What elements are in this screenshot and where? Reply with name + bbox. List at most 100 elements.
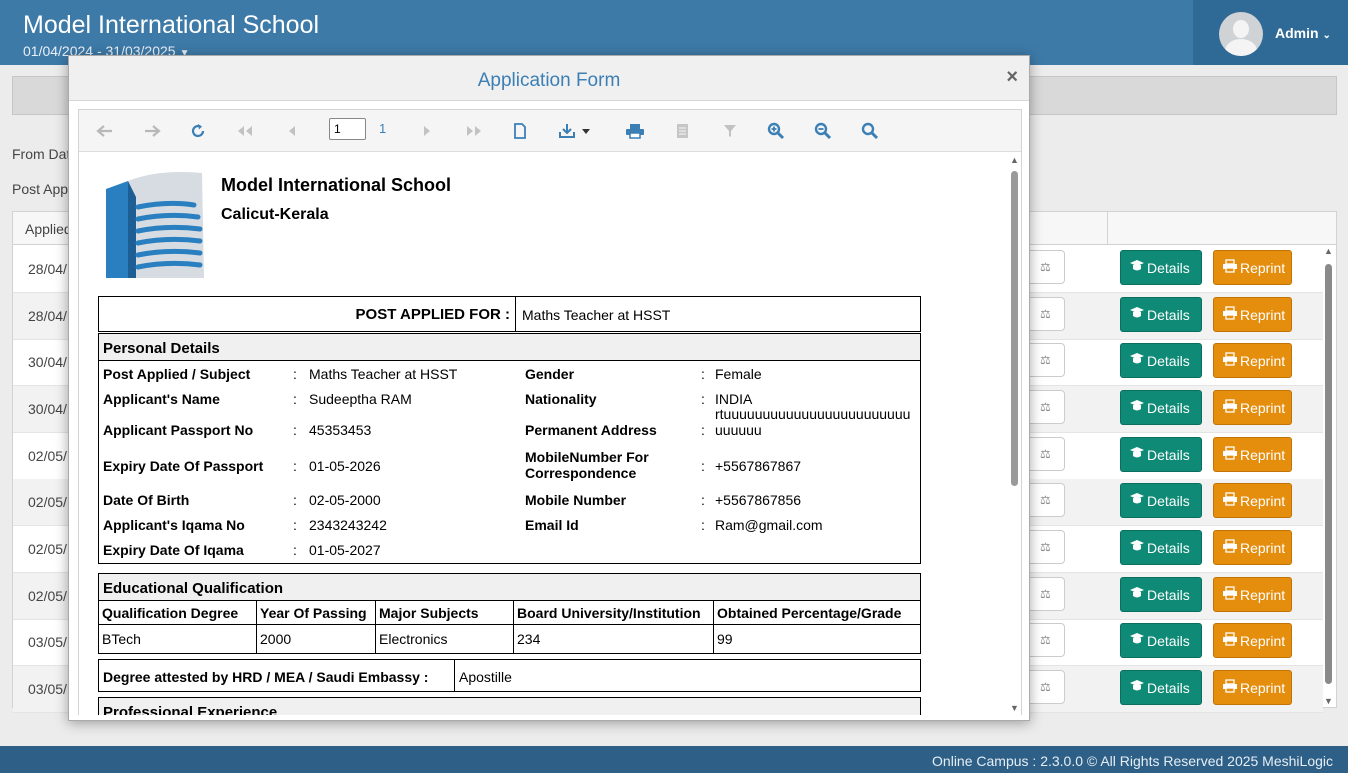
refresh-icon[interactable] [187,121,209,141]
graduation-cap-icon [1129,259,1147,276]
report-scrollbar[interactable]: ▲ ▼ [1008,153,1021,715]
user-menu[interactable]: Admin ⌄ [1193,0,1348,65]
applied-date: 02/05/ [28,448,67,464]
edu-column-header: Obtained Percentage/Grade [714,601,920,625]
edu-column-header: Year Of Passing [257,601,376,625]
copy-icon[interactable] [672,121,694,141]
graduation-cap-icon [1129,306,1147,323]
page-number-input[interactable] [329,118,366,140]
details-button[interactable]: Details [1120,577,1202,612]
post-applied-label: Post App [12,181,69,197]
applied-date: 30/04/ [28,401,67,417]
print-icon [1222,259,1240,276]
applied-date: 02/05/ [28,494,67,510]
reprint-button[interactable]: Reprint [1213,437,1292,472]
details-button[interactable]: Details [1120,670,1202,705]
details-button[interactable]: Details [1120,390,1202,425]
details-button[interactable]: Details [1120,530,1202,565]
degree-attest-box: Degree attested by HRD / MEA / Saudi Emb… [98,659,921,692]
reprint-button[interactable]: Reprint [1213,670,1292,705]
personal-field-value: +5567867856 [715,492,802,508]
print-icon[interactable] [624,121,646,141]
personal-field-label: Expiry Date Of Iqama [103,542,244,558]
export-icon[interactable] [557,121,595,141]
personal-details-title: Personal Details [99,334,920,361]
reprint-label: Reprint [1240,259,1286,276]
personal-field-value: 01-05-2027 [309,542,381,558]
degree-attest-value: Apostille [459,669,512,685]
action-icon: ⚖ [1040,260,1051,274]
edu-cell: 99 [717,631,733,647]
forward-icon[interactable] [141,121,163,141]
zoom-out-icon[interactable] [812,121,834,141]
avatar [1219,12,1263,56]
reprint-button[interactable]: Reprint [1213,577,1292,612]
reprint-button[interactable]: Reprint [1213,623,1292,658]
reprint-button[interactable]: Reprint [1213,390,1292,425]
personal-field-value: Ram@gmail.com [715,517,823,533]
personal-field-label: Gender [525,366,575,382]
personal-field-label: Applicant Passport No [103,422,254,438]
reprint-button[interactable]: Reprint [1213,530,1292,565]
details-button[interactable]: Details [1120,250,1202,285]
footer-text: Online Campus : 2.3.0.0 © All Rights Res… [932,753,1333,769]
details-button[interactable]: Details [1120,623,1202,658]
details-button[interactable]: Details [1120,343,1202,378]
action-icon: ⚖ [1040,307,1051,321]
details-button[interactable]: Details [1120,437,1202,472]
personal-field-value: 02-05-2000 [309,492,381,508]
personal-field-label: Applicant's Iqama No [103,517,245,533]
print-icon [1222,352,1240,369]
report-viewer: 1 1 Model International School Calicut-K… [78,109,1022,715]
applied-date: 30/04/ [28,354,67,370]
reprint-button[interactable]: Reprint [1213,483,1292,518]
reprint-label: Reprint [1240,679,1286,696]
back-icon[interactable] [94,121,116,141]
action-icon: ⚖ [1040,680,1051,694]
graduation-cap-icon [1129,586,1147,603]
personal-field-label: Email Id [525,517,579,533]
reprint-button[interactable]: Reprint [1213,343,1292,378]
close-icon[interactable]: × [1006,66,1018,89]
details-label: Details [1147,539,1190,556]
reprint-label: Reprint [1240,539,1286,556]
reprint-button[interactable]: Reprint [1213,297,1292,332]
prev-page-icon[interactable] [281,121,303,141]
details-button[interactable]: Details [1120,297,1202,332]
post-applied-label: POST APPLIED FOR : [99,297,516,331]
report-toolbar: 1 [79,110,1021,152]
school-name: Model International School [221,175,452,195]
personal-field-value: rtuuuuuuuuuuuuuuuuuuuuuuuuuuuuuu [715,406,911,438]
graduation-cap-icon [1129,399,1147,416]
reprint-label: Reprint [1240,352,1286,369]
print-icon [1222,399,1240,416]
last-page-icon[interactable] [463,121,485,141]
document-icon[interactable] [509,121,531,141]
school-logo [98,171,210,279]
details-label: Details [1147,446,1190,463]
personal-field-value: 45353453 [309,422,372,438]
print-icon [1222,586,1240,603]
reprint-label: Reprint [1240,586,1286,603]
application-form-modal: Application Form × 1 1 Model Internation… [68,55,1030,721]
reprint-label: Reprint [1240,306,1286,323]
first-page-icon[interactable] [234,121,256,141]
next-page-icon[interactable] [416,121,438,141]
graduation-cap-icon [1129,492,1147,509]
edu-column-header: Major Subjects [376,601,514,625]
details-label: Details [1147,679,1190,696]
graduation-cap-icon [1129,539,1147,556]
applied-date: 02/05/ [28,541,67,557]
professional-experience-section: Professional Experience [98,697,921,715]
details-label: Details [1147,352,1190,369]
reprint-label: Reprint [1240,399,1286,416]
table-scrollbar[interactable]: ▲ ▼ [1323,246,1334,706]
print-icon [1222,539,1240,556]
search-icon[interactable] [859,121,881,141]
zoom-in-icon[interactable] [765,121,787,141]
details-button[interactable]: Details [1120,483,1202,518]
edu-cell: 234 [514,625,714,653]
personal-field-label: Nationality [525,391,597,407]
filter-icon[interactable] [719,121,741,141]
reprint-button[interactable]: Reprint [1213,250,1292,285]
